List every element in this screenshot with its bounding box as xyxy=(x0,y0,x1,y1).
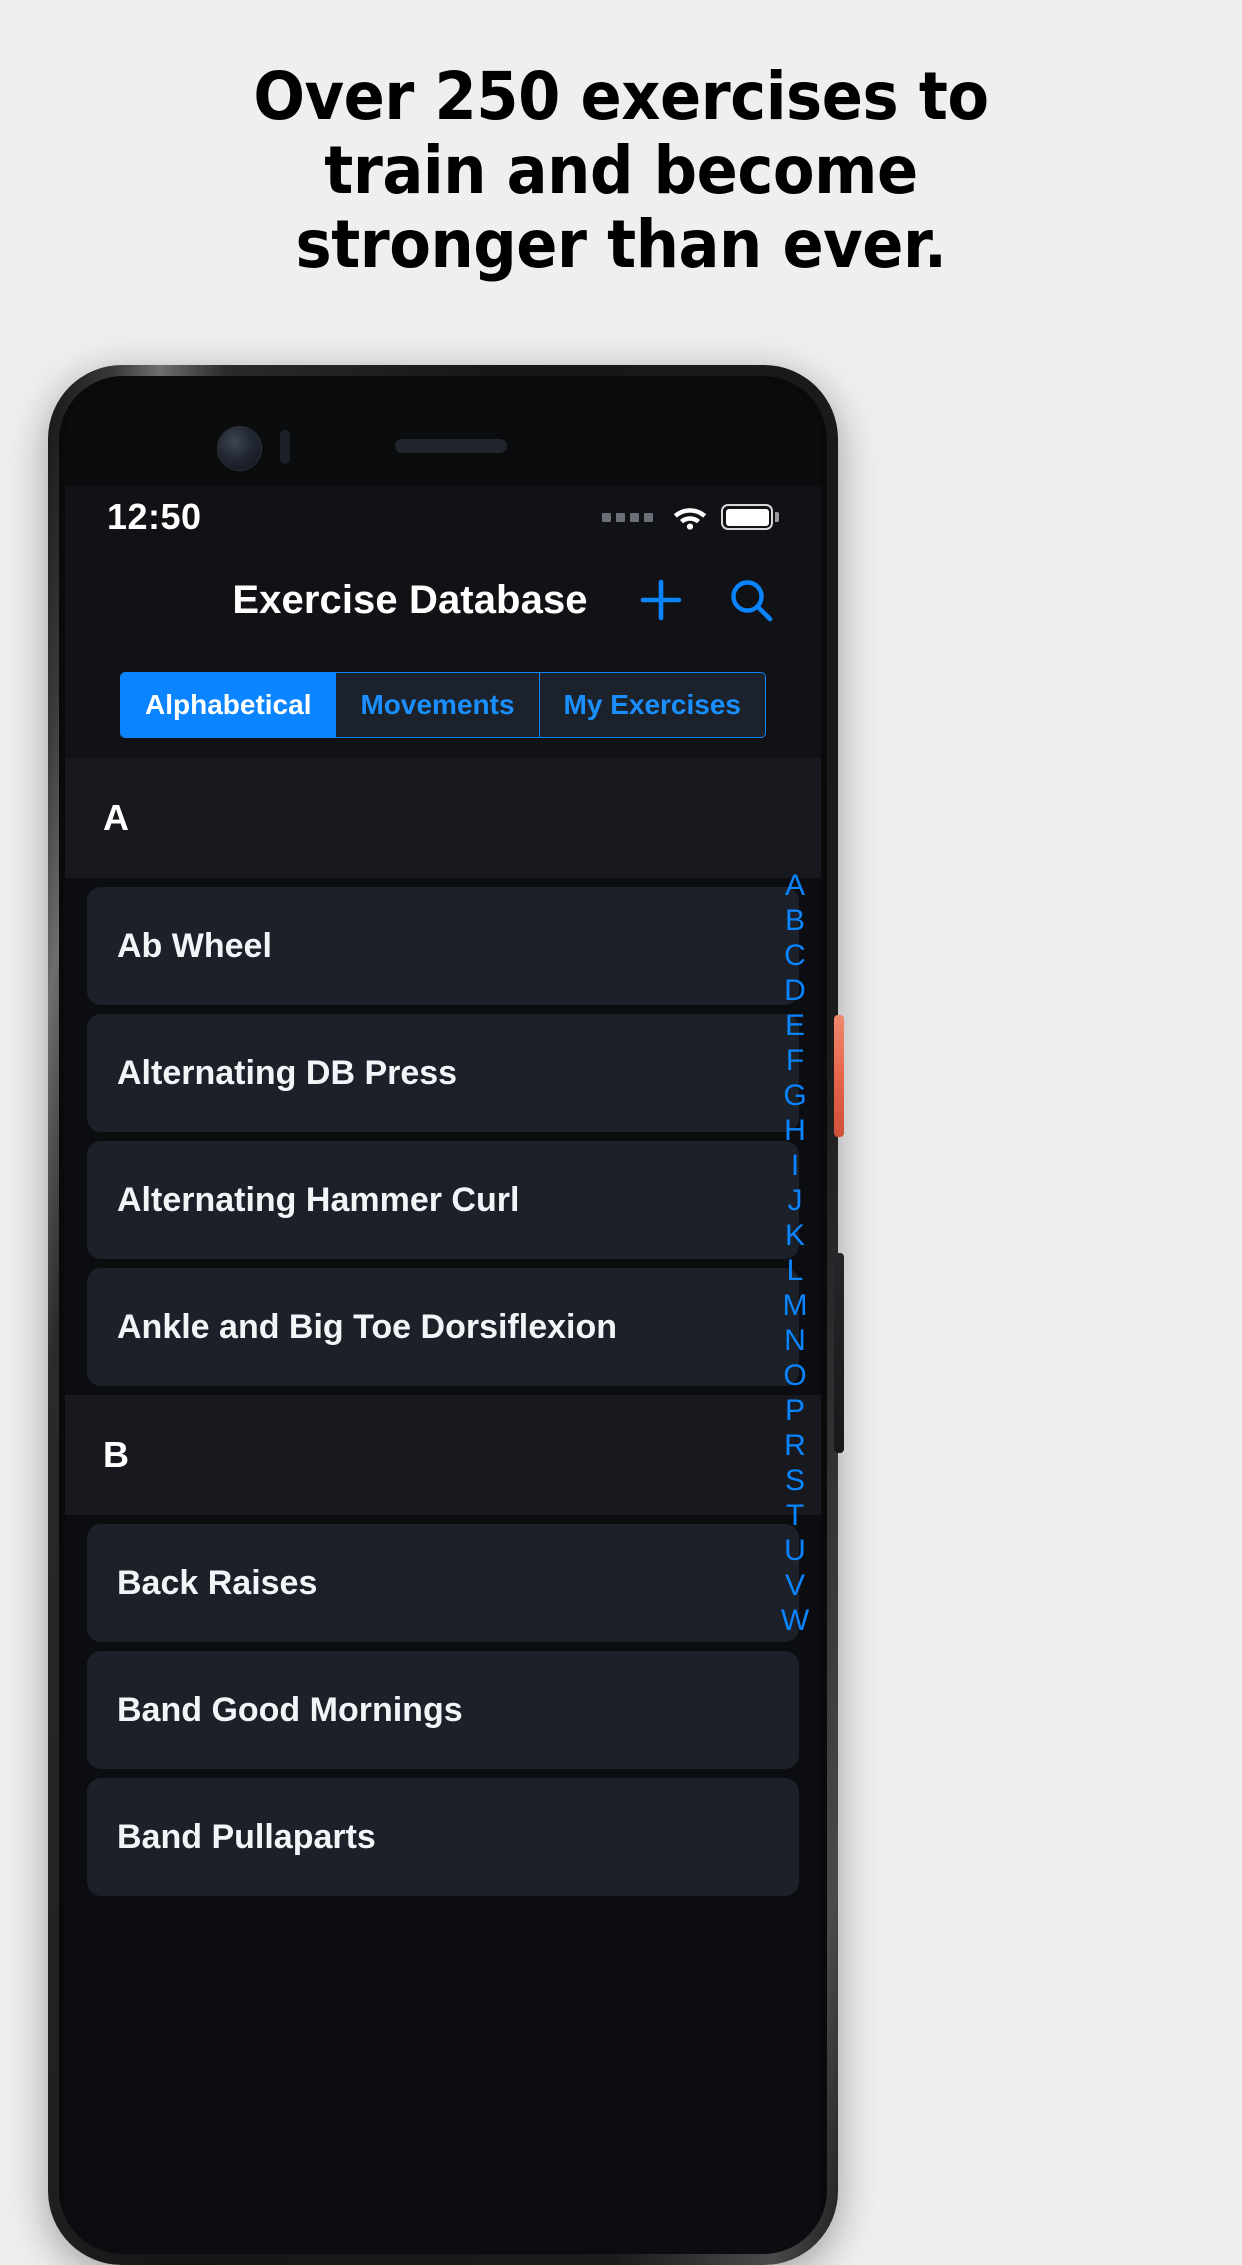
alphabet-index-letter[interactable]: K xyxy=(785,1218,805,1253)
alphabet-index-letter[interactable]: U xyxy=(784,1533,806,1568)
segmented-control[interactable]: Alphabetical Movements My Exercises xyxy=(120,672,766,738)
proximity-sensor-icon xyxy=(280,430,290,464)
alphabet-index-letter[interactable]: L xyxy=(787,1253,804,1288)
section-header-a: A xyxy=(65,758,821,878)
alphabet-index-letter[interactable]: C xyxy=(784,938,806,973)
page-title: Exercise Database xyxy=(232,577,588,622)
sensor-housing xyxy=(65,382,821,486)
marketing-headline: Over 250 exercises to train and become s… xyxy=(50,60,1193,282)
list-item[interactable]: Band Good Mornings xyxy=(87,1651,799,1769)
alphabet-index-letter[interactable]: O xyxy=(783,1358,806,1393)
alphabet-index-letter[interactable]: G xyxy=(783,1078,806,1113)
alphabet-index-letter[interactable]: W xyxy=(781,1603,809,1638)
list-item[interactable]: Band Pullaparts xyxy=(87,1778,799,1896)
phone-screen: 12:50 Exercise Database Alphabetical Mov… xyxy=(65,382,821,2254)
search-icon xyxy=(731,580,773,622)
front-camera-icon xyxy=(217,426,262,471)
exercise-list[interactable]: A Ab Wheel Alternating DB Press Alternat… xyxy=(65,758,821,2254)
alphabet-index-letter[interactable]: H xyxy=(784,1113,806,1148)
alphabet-index-letter[interactable]: D xyxy=(784,973,806,1008)
phone-bezel: 12:50 Exercise Database Alphabetical Mov… xyxy=(59,376,827,2254)
alphabet-index-letter[interactable]: E xyxy=(785,1008,805,1043)
segment-alphabetical[interactable]: Alphabetical xyxy=(121,673,337,737)
list-item[interactable]: Back Raises xyxy=(87,1524,799,1642)
alphabet-index[interactable]: ABCDEFGHIJKLMNOPRSTUVW xyxy=(773,868,817,2254)
alphabet-index-letter[interactable]: M xyxy=(783,1288,808,1323)
alphabet-index-letter[interactable]: F xyxy=(786,1043,804,1078)
alphabet-index-letter[interactable]: T xyxy=(786,1498,804,1533)
list-item[interactable]: Ab Wheel xyxy=(87,887,799,1005)
alphabet-index-letter[interactable]: P xyxy=(785,1393,805,1428)
battery-full-icon xyxy=(721,504,779,530)
headline-line-2: train and become xyxy=(324,132,918,209)
list-item[interactable]: Ankle and Big Toe Dorsiflexion xyxy=(87,1268,799,1386)
segment-my-exercises[interactable]: My Exercises xyxy=(539,673,765,737)
headline-line-3: stronger than ever. xyxy=(295,206,947,283)
section-header-b: B xyxy=(65,1395,821,1515)
add-exercise-button[interactable] xyxy=(635,574,687,626)
alphabet-index-letter[interactable]: A xyxy=(785,868,805,903)
wifi-icon xyxy=(673,508,707,530)
headline-line-1: Over 250 exercises to xyxy=(253,58,989,135)
power-button[interactable] xyxy=(834,1015,844,1137)
earpiece-speaker-icon xyxy=(395,439,507,453)
alphabet-index-letter[interactable]: N xyxy=(784,1323,806,1358)
navigation-bar: Exercise Database xyxy=(65,548,821,652)
volume-button[interactable] xyxy=(834,1253,844,1453)
plus-icon xyxy=(640,579,682,621)
segment-movements[interactable]: Movements xyxy=(336,673,540,737)
phone-mockup: 12:50 Exercise Database Alphabetical Mov… xyxy=(48,365,844,2265)
alphabet-index-letter[interactable]: B xyxy=(785,903,805,938)
status-icons xyxy=(602,504,779,530)
alphabet-index-letter[interactable]: R xyxy=(784,1428,806,1463)
status-bar: 12:50 xyxy=(65,486,821,548)
alphabet-index-letter[interactable]: J xyxy=(788,1183,803,1218)
alphabet-index-letter[interactable]: V xyxy=(785,1568,805,1603)
list-item[interactable]: Alternating DB Press xyxy=(87,1014,799,1132)
status-time: 12:50 xyxy=(107,496,202,537)
segmented-control-region: Alphabetical Movements My Exercises xyxy=(65,652,821,758)
list-item[interactable]: Alternating Hammer Curl xyxy=(87,1141,799,1259)
search-button[interactable] xyxy=(725,574,777,626)
alphabet-index-letter[interactable]: I xyxy=(791,1148,799,1183)
alphabet-index-letter[interactable]: S xyxy=(785,1463,805,1498)
signal-dots-icon xyxy=(602,512,653,522)
navigation-actions xyxy=(635,574,787,626)
